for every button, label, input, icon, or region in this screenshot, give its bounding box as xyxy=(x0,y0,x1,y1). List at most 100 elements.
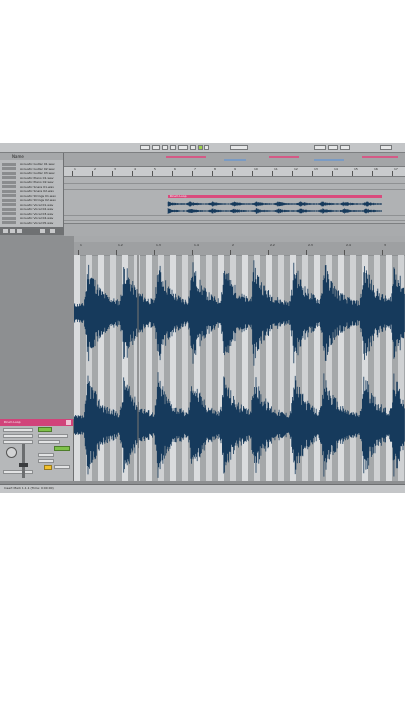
arrangement-waveform[interactable] xyxy=(64,177,405,223)
beat-grid-stripe xyxy=(170,255,176,481)
detune-field[interactable] xyxy=(38,459,54,463)
browser-button[interactable] xyxy=(17,229,22,233)
gain-slider-thumb[interactable] xyxy=(19,463,28,467)
ruler-label: 1 xyxy=(74,167,76,171)
ruler-label: 6 xyxy=(174,167,176,171)
browser-button[interactable] xyxy=(40,229,45,233)
clip-activator-button[interactable] xyxy=(66,420,71,425)
file-icon xyxy=(2,171,16,175)
arrangement-view: 1 2 3 4 5 6 7 8 9 10 11 12 13 14 15 16 17 Drum Loop xyxy=(64,153,405,236)
ruler-tick xyxy=(292,171,293,176)
clip-title-bar[interactable]: Drum Loop xyxy=(0,419,73,426)
live-window: Name Acoustic Guitar 01.wav Acoustic Guit… xyxy=(0,143,405,493)
transport-button[interactable] xyxy=(230,145,248,150)
overview-marker xyxy=(269,156,299,158)
launch-field[interactable] xyxy=(3,440,33,444)
warp-button[interactable] xyxy=(38,427,52,432)
transport-button[interactable] xyxy=(328,145,338,150)
transport-button[interactable] xyxy=(380,145,392,150)
warp-mode-field[interactable] xyxy=(38,440,60,444)
beat-grid-stripe xyxy=(278,255,284,481)
ruler-tick xyxy=(352,171,353,176)
browser-file[interactable]: Acoustic Strings 02.wav xyxy=(20,198,60,202)
file-icon xyxy=(2,194,16,197)
ruler-label: 4 xyxy=(134,167,136,171)
browser-button[interactable] xyxy=(10,229,15,233)
seg-bpm-field[interactable] xyxy=(38,434,68,438)
file-icon xyxy=(2,189,16,193)
beat-grid-stripe xyxy=(182,255,188,481)
browser-file[interactable]: Acoustic Vocal 01.wav xyxy=(20,203,60,207)
browser-button[interactable] xyxy=(3,229,8,233)
transport-button[interactable] xyxy=(170,145,176,150)
track-divider xyxy=(64,215,405,216)
browser-file[interactable]: Acoustic Piano 01.wav xyxy=(20,176,60,180)
track-divider xyxy=(64,220,405,221)
browser-file[interactable]: Acoustic Snare 02.wav xyxy=(20,189,60,193)
transport-button[interactable] xyxy=(204,145,209,150)
transport-button[interactable] xyxy=(190,145,196,150)
transport-button[interactable] xyxy=(140,145,150,150)
beat-grid-stripe xyxy=(242,255,248,481)
browser-file[interactable]: Acoustic Piano 02.wav xyxy=(20,180,60,184)
transport-button[interactable] xyxy=(314,145,326,150)
beat-grid-stripe xyxy=(206,255,212,481)
browser-file[interactable]: Acoustic Strings 01.wav xyxy=(20,194,60,198)
status-text: Insert Mark 1.1.1 (Time: 0:00:00) xyxy=(4,486,54,490)
ruler-label: 2 xyxy=(94,167,96,171)
browser-header: Name xyxy=(0,153,63,160)
transport-button[interactable] xyxy=(162,145,168,150)
browser-file[interactable]: Acoustic Vocal 04.wav xyxy=(20,216,60,220)
fade-field[interactable] xyxy=(54,465,70,469)
transport-button[interactable] xyxy=(198,145,203,150)
transport-button[interactable] xyxy=(178,145,188,150)
ruler-label: 2.2 xyxy=(270,243,275,247)
clip-ruler[interactable]: 1 1.2 1.3 1.4 2 2.2 2.3 2.4 3 xyxy=(74,242,405,256)
hiq-button[interactable] xyxy=(44,465,52,470)
arrangement-overview[interactable] xyxy=(64,153,405,167)
file-browser: Name Acoustic Guitar 01.wav Acoustic Guit… xyxy=(0,153,64,235)
browser-file[interactable]: Acoustic Vocal 05.wav xyxy=(20,221,60,225)
transport-bar xyxy=(0,143,405,153)
ruler-tick xyxy=(172,171,173,176)
browser-file[interactable]: Acoustic Guitar 01.wav xyxy=(20,162,60,166)
beat-grid-stripe xyxy=(386,255,392,481)
ruler-label: 1.3 xyxy=(156,243,161,247)
clip-title-label: Drum Loop xyxy=(4,420,21,424)
ruler-label: 16 xyxy=(374,167,378,171)
browser-file[interactable]: Acoustic Guitar 03.wav xyxy=(20,171,60,175)
ruler-tick xyxy=(72,171,73,176)
file-icon xyxy=(2,185,16,188)
arrangement-tracks[interactable]: Drum Loop xyxy=(64,177,405,223)
signature-field[interactable] xyxy=(3,428,33,432)
transport-button[interactable] xyxy=(152,145,160,150)
browser-button[interactable] xyxy=(50,229,55,233)
clip-waveform[interactable] xyxy=(74,255,405,481)
file-icon xyxy=(2,203,16,206)
loop-button[interactable] xyxy=(54,446,70,451)
overview-marker xyxy=(362,156,398,158)
browser-file[interactable]: Acoustic Guitar 02.wav xyxy=(20,167,60,171)
ruler-tick xyxy=(112,171,113,176)
arrangement-ruler[interactable]: 1 2 3 4 5 6 7 8 9 10 11 12 13 14 15 16 17 xyxy=(64,167,405,177)
file-icon xyxy=(2,216,16,220)
browser-file[interactable]: Acoustic Vocal 03.wav xyxy=(20,212,60,216)
ruler-tick xyxy=(252,171,253,176)
gain-value[interactable] xyxy=(3,470,33,474)
ruler-label: 8 xyxy=(214,167,216,171)
ruler-label: 1.4 xyxy=(194,243,199,247)
file-icon xyxy=(2,180,16,184)
beat-grid-stripe xyxy=(146,255,152,481)
transpose-knob[interactable] xyxy=(6,447,17,458)
gain-slider-track[interactable] xyxy=(22,444,25,478)
groove-field[interactable] xyxy=(3,434,33,438)
ruler-label: 2 xyxy=(232,243,234,247)
file-icon xyxy=(2,176,16,179)
transpose-field[interactable] xyxy=(38,453,54,457)
sample-editor[interactable] xyxy=(74,255,405,481)
browser-file[interactable]: Acoustic Snare 01.wav xyxy=(20,185,60,189)
beat-grid-stripe xyxy=(338,255,344,481)
transport-button[interactable] xyxy=(340,145,350,150)
arrangement-scrollbar[interactable] xyxy=(64,223,405,236)
browser-file[interactable]: Acoustic Vocal 02.wav xyxy=(20,207,60,211)
